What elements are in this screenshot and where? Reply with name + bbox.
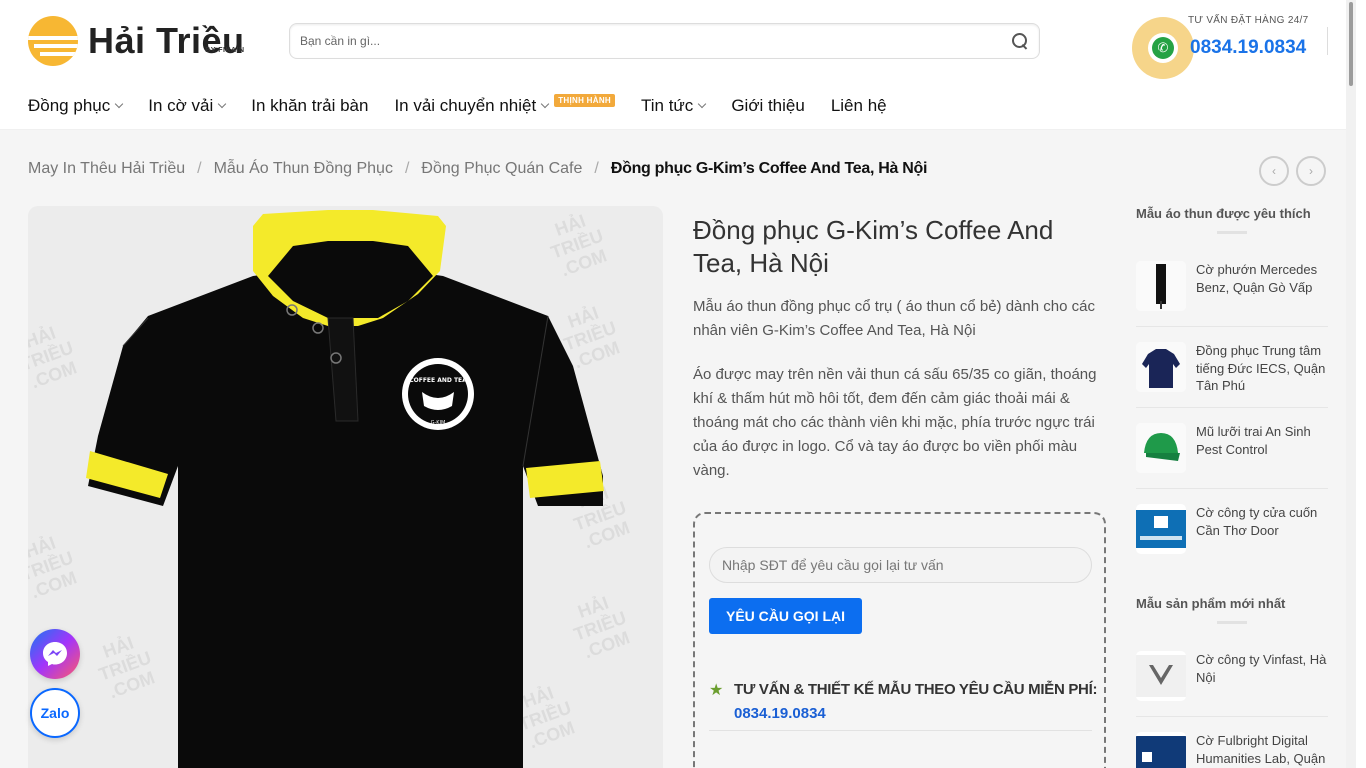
sidebar-list: Cờ công ty Vinfast, Hà Nội Cờ Fulbright … [1136, 636, 1328, 768]
product-title: Đồng phục G-Kim’s Coffee And Tea, Hà Nội [693, 215, 1054, 278]
header: Hải Triều BY FIKAIN ✆ TƯ VẤN ĐẶT HÀNG 24… [0, 0, 1356, 82]
phone-field[interactable] [709, 547, 1092, 583]
messenger-icon [43, 642, 67, 666]
search-bar [289, 23, 1040, 59]
chevron-down-icon [218, 99, 227, 108]
breadcrumb-separator: / [197, 160, 202, 177]
free-consult-text: TƯ VẤN & THIẾT KẾ MẪU THEO YÊU CẦU MIỄN … [734, 681, 1098, 698]
chevron-right-icon: › [1309, 164, 1313, 178]
scrollbar[interactable] [1346, 0, 1356, 768]
product-thumbnail[interactable] [1136, 651, 1186, 701]
main-content: May In Thêu Hải Triều / Mẫu Áo Thun Đồng… [0, 130, 1356, 768]
star-icon: ★ [709, 682, 724, 699]
sidebar: Mẫu áo thun được yêu thích Cờ phướn Merc… [1136, 206, 1328, 768]
nav-item-label: Liên hệ [830, 95, 887, 115]
nav-item-dong-phuc[interactable]: Đồng phục [28, 95, 124, 116]
chevron-down-icon [540, 99, 550, 108]
chevron-down-icon [114, 99, 124, 108]
zalo-icon: Zalo [40, 705, 70, 721]
product-summary: Đồng phục G-Kim’s Coffee And Tea, Hà Nội… [693, 214, 1105, 483]
hotline-number[interactable]: 0834.19.0834 [1190, 37, 1306, 59]
product-thumbnail[interactable] [1136, 504, 1186, 554]
list-item-title[interactable]: Cờ phướn Mercedes Benz, Quận Gò Vấp [1196, 261, 1328, 296]
sidebar-list: Cờ phướn Mercedes Benz, Quận Gò Vấp Đồng… [1136, 246, 1328, 570]
divider [709, 730, 1092, 731]
product-thumbnail[interactable] [1136, 342, 1186, 392]
svg-text:G-KIM: G-KIM [431, 420, 446, 426]
logo[interactable]: Hải Triều BY FIKAIN [28, 16, 245, 66]
divider [1327, 27, 1328, 55]
callback-form: YÊU CẦU GỌI LẠI ★ TƯ VẤN & THIẾT KẾ MẪU … [693, 512, 1106, 768]
product-details: Áo được may trên nền vải thun cá sấu 65/… [693, 366, 1097, 479]
product-thumbnail[interactable] [1136, 261, 1186, 311]
list-item[interactable]: Đồng phục Trung tâm tiếng Đức IECS, Quận… [1136, 327, 1328, 408]
logo-text: Hải Triều BY FIKAIN [88, 23, 245, 59]
list-item-title[interactable]: Cờ công ty Vinfast, Hà Nội [1196, 651, 1328, 686]
polo-shirt-image: COFFEE AND TEA G-KIM [86, 210, 604, 768]
search-icon[interactable] [1011, 32, 1029, 50]
main-nav: Đồng phục In cờ vải In khăn trải bàn In … [0, 82, 1356, 130]
nav-item-in-khan-trai-ban[interactable]: In khăn trải bàn [251, 96, 368, 116]
sidebar-heading: Mẫu áo thun được yêu thích [1136, 206, 1311, 221]
nav-item-label: In cờ vải [148, 95, 214, 115]
request-callback-button[interactable]: YÊU CẦU GỌI LẠI [709, 598, 862, 634]
trending-badge: THỊNH HÀNH [554, 94, 615, 107]
free-consult-number[interactable]: 0834.19.0834 [734, 702, 826, 726]
logo-subtitle: BY FIKAIN [205, 47, 245, 54]
list-item-title[interactable]: Cờ công ty cửa cuốn Cần Thơ Door [1196, 504, 1328, 539]
breadcrumb-link[interactable]: Mẫu Áo Thun Đồng Phục [214, 160, 393, 178]
sidebar-heading: Mẫu sản phẩm mới nhất [1136, 596, 1286, 611]
nav-item-lien-he[interactable]: Liên hệ [831, 96, 887, 116]
next-product-button[interactable]: › [1296, 156, 1326, 186]
product-thumbnail[interactable] [1136, 732, 1186, 768]
list-item[interactable]: Cờ công ty cửa cuốn Cần Thơ Door [1136, 489, 1328, 570]
chevron-down-icon [698, 99, 707, 108]
phone-icon: ✆ [1132, 17, 1194, 79]
nav-item-label: Giới thiệu [731, 95, 805, 115]
breadcrumb-separator: / [594, 160, 599, 177]
list-item[interactable]: Mũ lưỡi trai An Sinh Pest Control [1136, 408, 1328, 489]
product-thumbnail[interactable] [1136, 423, 1186, 473]
search-input[interactable] [300, 34, 1011, 48]
list-item-title[interactable]: Mũ lưỡi trai An Sinh Pest Control [1196, 423, 1328, 458]
nav-item-tin-tuc[interactable]: Tin tức [641, 95, 707, 116]
breadcrumb-current: Đồng phục G-Kim’s Coffee And Tea, Hà Nội [610, 160, 928, 177]
list-item-title[interactable]: Cờ Fulbright Digital Humanities Lab, Quậ… [1196, 732, 1328, 767]
heading-divider [1217, 231, 1247, 234]
list-item[interactable]: Cờ công ty Vinfast, Hà Nội [1136, 636, 1328, 717]
nav-item-gioi-thieu[interactable]: Giới thiệu [731, 96, 805, 116]
nav-item-label: Đồng phục [28, 95, 111, 115]
page: Hải Triều BY FIKAIN ✆ TƯ VẤN ĐẶT HÀNG 24… [0, 0, 1356, 768]
prev-product-button[interactable]: ‹ [1259, 156, 1289, 186]
breadcrumb-link[interactable]: May In Thêu Hải Triều [28, 160, 185, 178]
messenger-button[interactable] [30, 629, 80, 679]
breadcrumb-link[interactable]: Đồng Phục Quán Cafe [421, 160, 582, 178]
nav-item-label: In khăn trải bàn [251, 95, 369, 115]
hotline[interactable]: ✆ TƯ VẤN ĐẶT HÀNG 24/7 0834.19.0834 [1132, 15, 1322, 79]
list-item[interactable]: Cờ Fulbright Digital Humanities Lab, Quậ… [1136, 717, 1328, 768]
nav-item-in-co-vai[interactable]: In cờ vải [148, 95, 227, 116]
breadcrumb-separator: / [404, 160, 410, 177]
chevron-left-icon: ‹ [1272, 164, 1276, 178]
nav-item-label: Tin tức [641, 95, 694, 115]
list-item[interactable]: Cờ phướn Mercedes Benz, Quận Gò Vấp [1136, 246, 1328, 327]
nav-item-in-vai-chuyen-nhiet[interactable]: In vải chuyển nhiệt THỊNH HÀNH [394, 94, 615, 116]
product-image[interactable]: HẢI TRIỀU .COM HẢI TRIỀU .COM HẢI TRIỀU .COM H… [28, 206, 663, 768]
list-item-title[interactable]: Đồng phục Trung tâm tiếng Đức IECS, Quận… [1196, 342, 1328, 395]
zalo-button[interactable]: Zalo [30, 688, 80, 738]
breadcrumb: May In Thêu Hải Triều / Mẫu Áo Thun Đồng… [28, 160, 927, 178]
heading-divider [1217, 621, 1247, 624]
svg-text:COFFEE AND TEA: COFFEE AND TEA [409, 377, 467, 384]
hotline-label: TƯ VẤN ĐẶT HÀNG 24/7 [1188, 15, 1309, 26]
nav-item-label: In vải chuyển nhiệt [394, 95, 537, 115]
product-description: Mẫu áo thun đồng phục cổ trụ ( áo thun c… [693, 298, 1095, 339]
logo-sun-icon [28, 16, 78, 66]
